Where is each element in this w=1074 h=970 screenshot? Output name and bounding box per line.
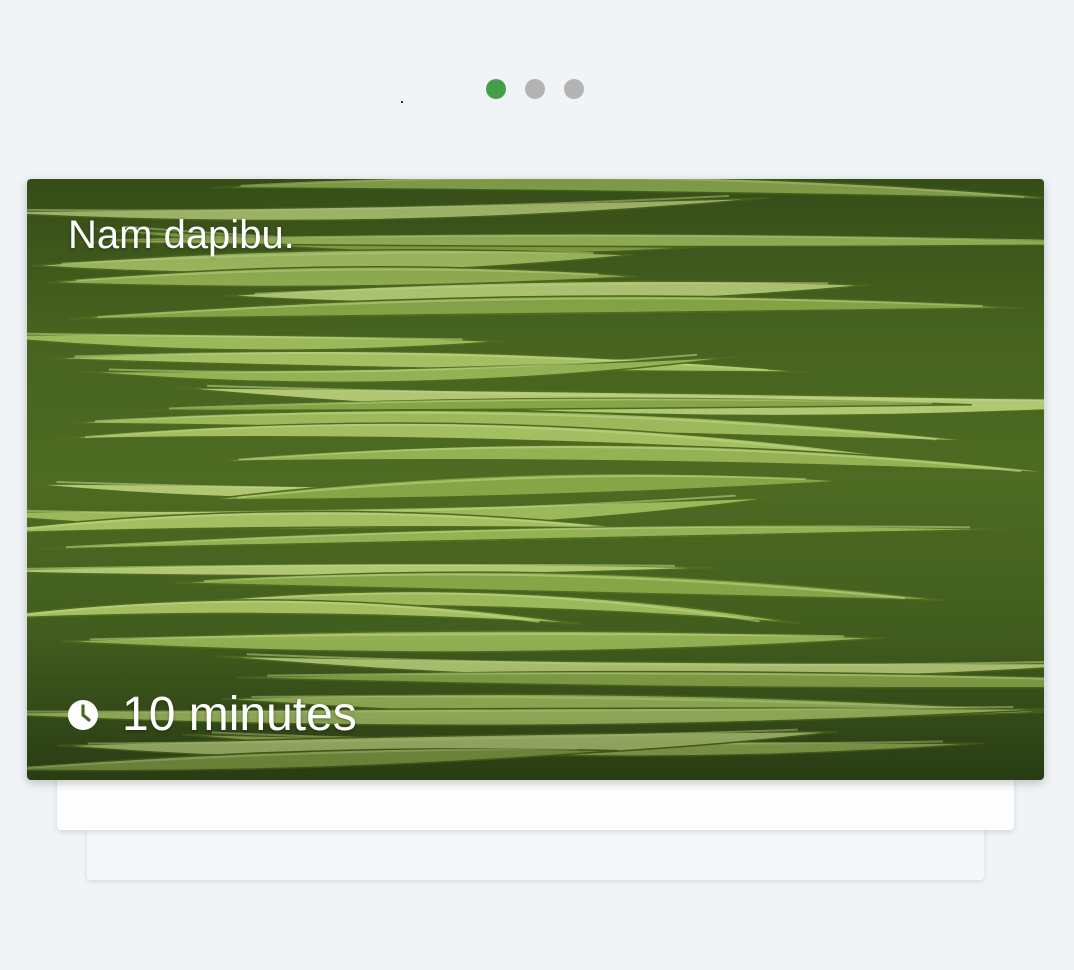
carousel-dot-2[interactable]: [525, 79, 545, 99]
carousel-dot-1[interactable]: [486, 79, 506, 99]
carousel-dot-3[interactable]: [564, 79, 584, 99]
carousel-pagination: [486, 79, 584, 99]
stray-dot: [401, 101, 403, 103]
clock-icon: [68, 700, 98, 730]
cook-time-label: 10 minutes: [122, 688, 357, 741]
recipe-card[interactable]: Nam dapibu. 10 minutes: [27, 179, 1044, 780]
cook-time: 10 minutes: [67, 691, 357, 739]
card-title: Nam dapibu.: [68, 213, 295, 257]
